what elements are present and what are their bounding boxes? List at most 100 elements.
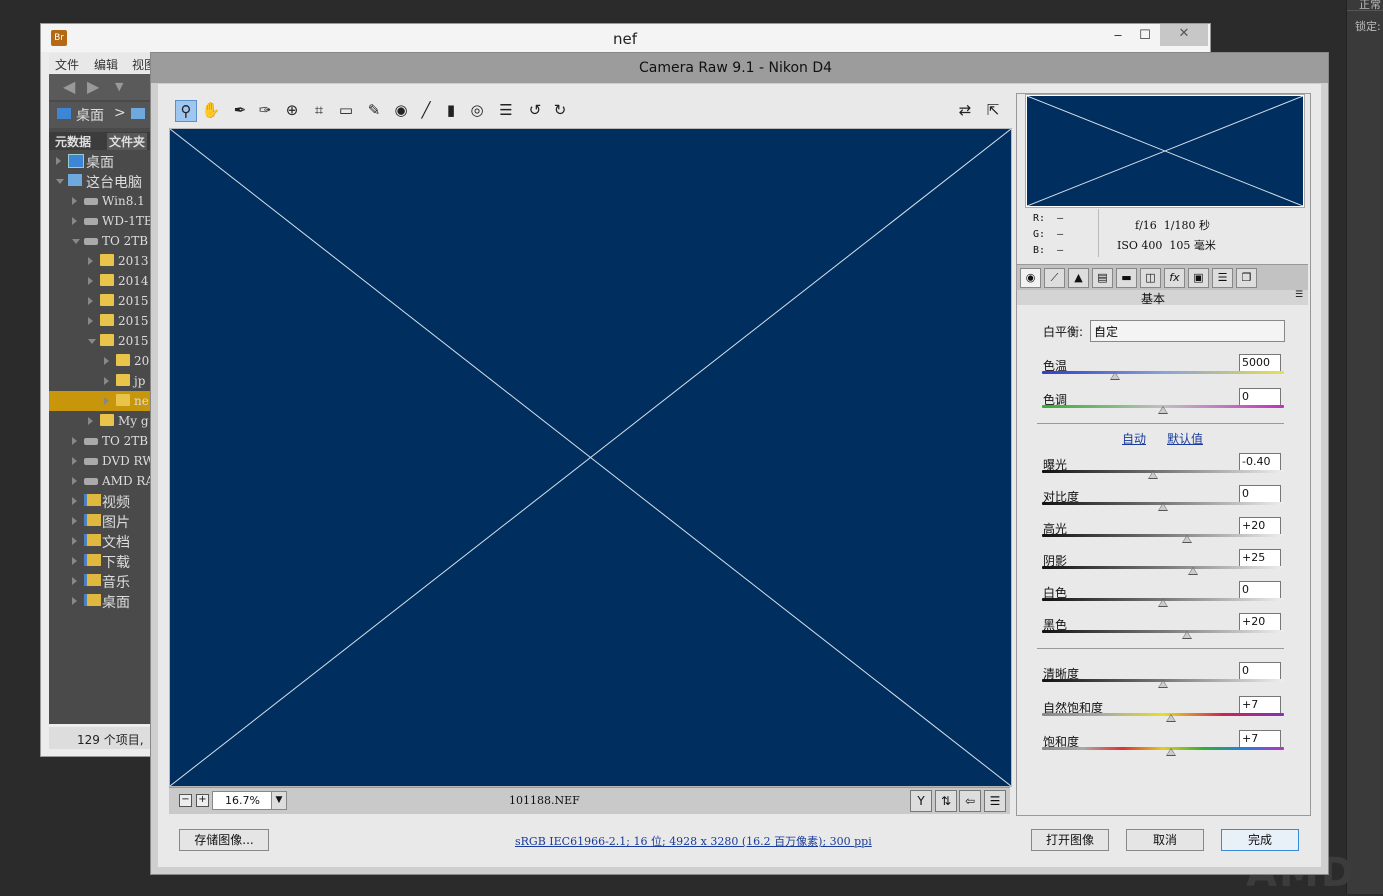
folder-tree-item[interactable]: 2013	[49, 251, 151, 271]
workflow-options-link[interactable]: sRGB IEC61966-2.1; 16 位; 4928 x 3280 (16…	[515, 833, 872, 849]
expand-closed-icon[interactable]	[104, 357, 109, 365]
expand-closed-icon[interactable]	[104, 397, 109, 405]
expand-closed-icon[interactable]	[88, 317, 93, 325]
slider-thumb[interactable]	[1148, 471, 1159, 479]
forward-arrow-icon[interactable]: ▶	[87, 77, 99, 96]
maximize-icon[interactable]: ☐	[1131, 26, 1159, 46]
slider-track[interactable]	[1042, 470, 1284, 473]
folder-tree-item[interactable]: jp	[49, 371, 151, 391]
folder-tree-item[interactable]: 下载	[49, 551, 151, 571]
back-arrow-icon[interactable]: ◀	[63, 77, 75, 96]
folder-tree-item[interactable]: ne	[49, 391, 151, 411]
slider-track[interactable]	[1042, 747, 1284, 750]
folder-tree-item[interactable]: 音乐	[49, 571, 151, 591]
slider-thumb[interactable]	[1182, 631, 1193, 639]
panel-menu-icon[interactable]: ☰	[1295, 290, 1303, 300]
toggle-settings-icon[interactable]: ☰	[984, 790, 1006, 812]
folder-tree-item[interactable]: 图片	[49, 511, 151, 531]
spot-removal-icon[interactable]: ✎	[364, 100, 384, 120]
white-balance-tool-icon[interactable]: ✒	[230, 100, 250, 120]
slider-track[interactable]	[1042, 534, 1284, 537]
auto-link[interactable]: 自动	[1122, 430, 1146, 447]
slider-thumb[interactable]	[1166, 714, 1177, 722]
slider-thumb[interactable]	[1182, 535, 1193, 543]
before-after-icon[interactable]: Y	[910, 790, 932, 812]
expand-closed-icon[interactable]	[72, 597, 77, 605]
folder-tree-item[interactable]: 桌面	[49, 151, 151, 171]
tab-folders[interactable]: 文件夹	[107, 133, 148, 150]
minimize-icon[interactable]: ‒	[1104, 26, 1132, 46]
breadcrumb-item[interactable]: 桌面	[76, 105, 104, 125]
close-icon[interactable]: ✕	[1160, 24, 1208, 46]
straighten-tool-icon[interactable]: ▭	[336, 100, 356, 120]
toggle-fullscreen-icon[interactable]: ⇄	[955, 100, 975, 120]
expand-closed-icon[interactable]	[72, 197, 77, 205]
expand-open-icon[interactable]	[56, 179, 64, 184]
swap-settings-icon[interactable]: ⇅	[935, 790, 957, 812]
expand-closed-icon[interactable]	[72, 477, 77, 485]
expand-closed-icon[interactable]	[88, 257, 93, 265]
open-external-icon[interactable]: ⇱	[983, 100, 1003, 120]
expand-closed-icon[interactable]	[72, 437, 77, 445]
folder-tree-item[interactable]: 这台电脑	[49, 171, 151, 191]
image-preview[interactable]	[169, 128, 1012, 787]
expand-closed-icon[interactable]	[72, 217, 77, 225]
slider-thumb[interactable]	[1166, 748, 1177, 756]
expand-open-icon[interactable]	[72, 239, 80, 244]
chevron-down-icon[interactable]: ▼	[115, 80, 123, 93]
hand-tool-icon[interactable]: ✋	[201, 100, 221, 120]
slider-track[interactable]	[1042, 630, 1284, 633]
crop-tool-icon[interactable]: ⌗	[309, 100, 329, 120]
folder-tree-item[interactable]: 2015	[49, 311, 151, 331]
slider-thumb[interactable]	[1188, 567, 1199, 575]
done-button[interactable]: 完成	[1221, 829, 1299, 851]
slider-thumb[interactable]	[1109, 372, 1120, 380]
folder-tree-item[interactable]: 视频	[49, 491, 151, 511]
slider-thumb[interactable]	[1158, 680, 1168, 688]
slider-track[interactable]	[1042, 713, 1284, 716]
tab-camera-calibration-icon[interactable]: ▣	[1188, 268, 1209, 288]
slider-thumb[interactable]	[1158, 503, 1168, 511]
folder-tree-item[interactable]: 20	[49, 351, 151, 371]
tab-lens-corrections-icon[interactable]: ◫	[1140, 268, 1161, 288]
expand-closed-icon[interactable]	[72, 537, 77, 545]
tab-snapshots-icon[interactable]: ❐	[1236, 268, 1257, 288]
folder-tree-item[interactable]: Win8.1	[49, 191, 151, 211]
folder-tree-item[interactable]: DVD RW	[49, 451, 151, 471]
tab-effects-icon[interactable]: fx	[1164, 268, 1185, 288]
computer-icon[interactable]	[131, 108, 145, 119]
expand-open-icon[interactable]	[88, 339, 96, 344]
tab-presets-icon[interactable]: ☰	[1212, 268, 1233, 288]
copy-settings-icon[interactable]: ⇦	[959, 790, 981, 812]
graduated-filter-icon[interactable]: ▮	[441, 100, 461, 120]
preferences-icon[interactable]: ☰	[496, 100, 516, 120]
expand-closed-icon[interactable]	[72, 557, 77, 565]
folder-tree-item[interactable]: My g	[49, 411, 151, 431]
tab-metadata[interactable]: 元数据	[55, 133, 91, 150]
menu-edit[interactable]: 编辑	[94, 56, 118, 73]
default-link[interactable]: 默认值	[1167, 430, 1203, 447]
zoom-tool-icon[interactable]: ⚲	[175, 100, 197, 122]
red-eye-icon[interactable]: ◉	[391, 100, 411, 120]
expand-closed-icon[interactable]	[88, 297, 93, 305]
slider-thumb[interactable]	[1158, 599, 1168, 607]
folder-tree-item[interactable]: 2015	[49, 291, 151, 311]
expand-closed-icon[interactable]	[88, 417, 93, 425]
zoom-out-button[interactable]: −	[179, 794, 192, 807]
folder-tree-item[interactable]: 桌面	[49, 591, 151, 611]
folder-tree-item[interactable]: AMD RA	[49, 471, 151, 491]
rotate-right-icon[interactable]: ↻	[550, 100, 570, 120]
tab-split-toning-icon[interactable]: ▬	[1116, 268, 1137, 288]
expand-closed-icon[interactable]	[104, 377, 109, 385]
expand-closed-icon[interactable]	[72, 497, 77, 505]
tab-tone-curve-icon[interactable]: ⟋	[1044, 268, 1065, 288]
radial-filter-icon[interactable]: ◎	[467, 100, 487, 120]
menu-file[interactable]: 文件	[55, 56, 79, 73]
expand-closed-icon[interactable]	[72, 517, 77, 525]
rotate-left-icon[interactable]: ↺	[525, 100, 545, 120]
zoom-in-button[interactable]: +	[196, 794, 209, 807]
save-image-button[interactable]: 存储图像...	[179, 829, 269, 851]
tab-hsl-icon[interactable]: ▤	[1092, 268, 1113, 288]
expand-closed-icon[interactable]	[72, 457, 77, 465]
folder-tree-item[interactable]: TO 2TB	[49, 231, 151, 251]
